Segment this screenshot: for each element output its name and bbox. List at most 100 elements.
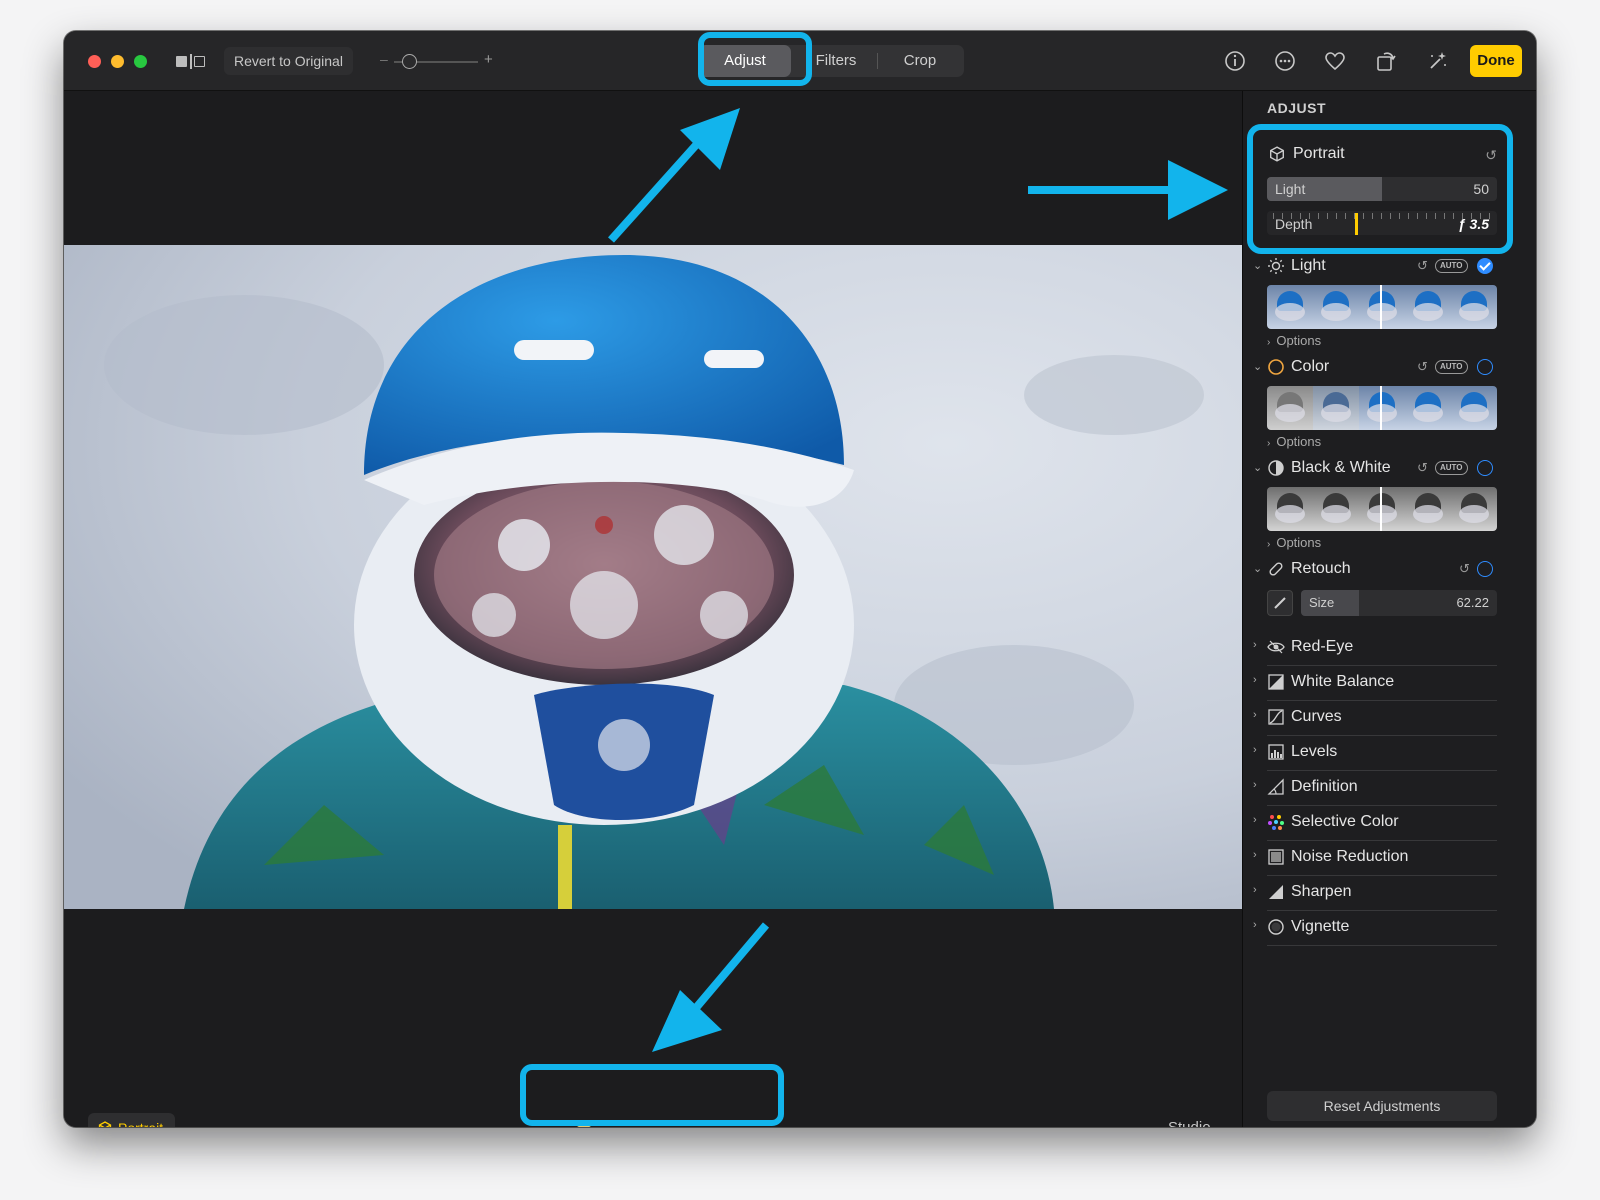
light-thumbnail-strip[interactable] [1267,285,1497,329]
brush-icon[interactable] [1267,590,1293,616]
chevron-right-icon[interactable]: › [1253,779,1257,791]
info-icon[interactable] [1222,48,1248,74]
portrait-cube-icon [98,1121,112,1127]
portrait-highlight-box [1247,124,1513,254]
zoom-slider[interactable]: – + [380,49,500,73]
done-button[interactable]: Done [1470,45,1522,77]
half-circle-icon [1267,459,1285,477]
zoom-knob[interactable] [402,54,417,69]
portrait-badge-label: Portrait [118,1113,163,1127]
zoom-window-button[interactable] [134,55,147,68]
light-strip-marker[interactable] [1380,285,1382,329]
chevron-right-icon[interactable]: › [1253,814,1257,826]
black-white-label: Black & White [1291,459,1391,476]
vignette-label: Vignette [1291,918,1350,935]
undo-icon[interactable]: ↺ [1459,561,1470,577]
undo-icon[interactable]: ↺ [1417,258,1428,274]
red-eye-label: Red-Eye [1291,638,1354,655]
color-circle-icon [1267,358,1285,376]
black-white-strip-marker[interactable] [1380,487,1382,531]
color-enabled-checkbox[interactable] [1477,359,1493,375]
list-divider [1267,945,1497,946]
light-options-label: Options [1276,333,1322,348]
definition-label: Definition [1291,778,1358,795]
tab-crop[interactable]: Crop [879,45,961,77]
chevron-right-icon[interactable]: › [1253,744,1257,756]
list-item-vignette[interactable]: › Vignette [1243,911,1536,946]
list-item-red-eye[interactable]: › Red-Eye [1243,631,1536,666]
black-white-enabled-checkbox[interactable] [1477,460,1493,476]
reset-adjustments-button[interactable]: Reset Adjustments [1267,1091,1497,1121]
list-item-definition[interactable]: › Definition [1243,771,1536,806]
retouch-section-header[interactable]: ⌄ Retouch ↺ [1243,558,1536,582]
zoom-out-icon[interactable]: – [380,51,388,67]
chevron-down-icon[interactable]: ⌄ [1253,360,1262,373]
list-item-noise-reduction[interactable]: › Noise Reduction [1243,841,1536,876]
portrait-mode-badge[interactable]: Portrait [88,1113,176,1127]
list-item-levels[interactable]: › Levels [1243,736,1536,771]
rotate-icon[interactable] [1372,48,1398,74]
chevron-right-icon: › [1267,337,1271,348]
black-white-options-label: Options [1276,535,1322,550]
sharpen-icon [1267,883,1285,901]
revert-to-original-button[interactable]: Revert to Original [224,47,353,75]
color-options-toggle[interactable]: › Options [1267,434,1321,449]
retouch-size-slider[interactable]: Size 62.22 [1301,590,1497,616]
sun-icon [1267,257,1285,275]
color-thumbnail-strip[interactable] [1267,386,1497,430]
auto-button[interactable]: AUTO [1435,259,1468,273]
sharpen-label: Sharpen [1291,883,1352,900]
retouch-tools: Size 62.22 [1267,590,1497,616]
black-white-section-header[interactable]: ⌄ Black & White ↺ AUTO [1243,457,1536,481]
list-item-sharpen[interactable]: › Sharpen [1243,876,1536,911]
black-white-thumbnail-strip[interactable] [1267,487,1497,531]
auto-button[interactable]: AUTO [1435,461,1468,475]
vignette-icon [1267,918,1285,936]
list-item-curves[interactable]: › Curves [1243,701,1536,736]
chevron-down-icon[interactable]: ⌄ [1253,461,1262,474]
close-window-button[interactable] [88,55,101,68]
chevron-down-icon[interactable]: ⌄ [1253,259,1262,272]
auto-button[interactable]: AUTO [1435,360,1468,374]
list-item-selective-color[interactable]: › Selective Color [1243,806,1536,841]
chevron-right-icon[interactable]: › [1253,639,1257,651]
levels-icon [1267,743,1285,761]
heart-icon[interactable] [1322,48,1348,74]
noise-reduction-label: Noise Reduction [1291,848,1409,865]
retouch-label: Retouch [1291,560,1351,577]
light-enabled-checkbox[interactable] [1477,258,1493,274]
curves-icon [1267,708,1285,726]
photo-canvas-area: Portrait Studio [64,91,1242,1127]
chevron-right-icon[interactable]: › [1253,884,1257,896]
retouch-size-label: Size [1309,595,1335,610]
chevron-down-icon[interactable]: ⌄ [1253,562,1262,575]
undo-icon[interactable]: ↺ [1417,460,1428,476]
chevron-right-icon[interactable]: › [1253,709,1257,721]
chevron-right-icon[interactable]: › [1253,674,1257,686]
levels-label: Levels [1291,743,1338,760]
selective-color-icon [1267,813,1285,831]
white-balance-icon [1267,673,1285,691]
black-white-options-toggle[interactable]: › Options [1267,535,1321,550]
color-strip-marker[interactable] [1380,386,1382,430]
tab-divider [877,53,878,69]
color-label: Color [1291,358,1330,375]
before-after-icon[interactable] [176,54,206,69]
chevron-right-icon[interactable]: › [1253,919,1257,931]
photo-preview[interactable] [64,245,1242,909]
minimize-window-button[interactable] [111,55,124,68]
more-icon[interactable] [1272,48,1298,74]
white-balance-label: White Balance [1291,673,1395,690]
magic-wand-icon[interactable] [1424,48,1450,74]
light-options-toggle[interactable]: › Options [1267,333,1321,348]
retouch-size-value: 62.22 [1456,595,1489,610]
lighting-highlight-box [520,1064,784,1126]
retouch-enabled-checkbox[interactable] [1477,561,1493,577]
adjust-highlight-box [698,32,812,86]
zoom-in-icon[interactable]: + [484,51,493,68]
light-section-header[interactable]: ⌄ Light ↺ AUTO [1243,255,1536,279]
undo-icon[interactable]: ↺ [1417,359,1428,375]
list-item-white-balance[interactable]: › White Balance [1243,666,1536,701]
color-section-header[interactable]: ⌄ Color ↺ AUTO [1243,356,1536,380]
chevron-right-icon[interactable]: › [1253,849,1257,861]
